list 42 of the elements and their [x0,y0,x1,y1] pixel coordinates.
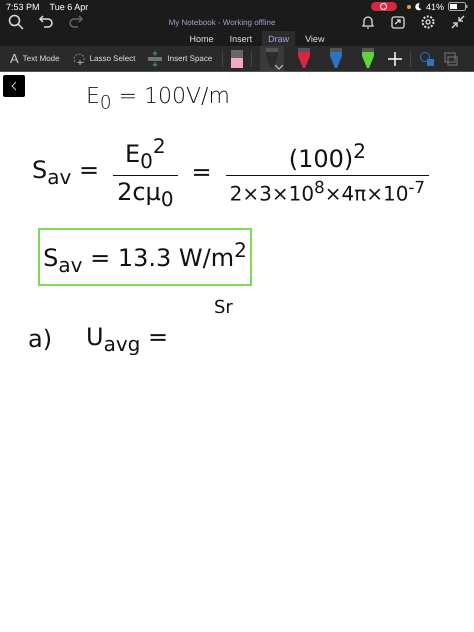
battery-icon [448,2,468,11]
handwritten-equation: U$_{avg}$ = [86,323,168,356]
equals-sign: = [192,158,212,186]
tool-button[interactable]: Lasso Select [70,52,138,66]
ribbon-tab[interactable]: Insert [224,31,258,46]
battery-percent: 41% [426,2,444,12]
fraction-denominator: 2cμ$_{0}$ [113,174,178,211]
bell-icon[interactable] [360,14,376,30]
handwritten-result: S$_{av}$ = 13.3 W/m$^{2}$ [43,238,247,276]
share-icon[interactable] [390,14,406,30]
eraser-icon[interactable] [231,50,244,68]
handwritten-equation: E$_{0}$ = 100V/m [86,84,230,114]
chevron-left-icon [11,81,17,91]
settings-icon[interactable] [420,14,436,30]
redo-icon[interactable] [68,14,84,30]
caret-icon[interactable] [275,65,284,70]
handwritten-text: Sr [214,297,233,318]
search-icon[interactable] [8,14,24,30]
pen-icon [264,48,280,70]
ink-to-shape-icon[interactable] [443,50,460,66]
undo-icon[interactable] [38,14,54,30]
window-title: My Notebook - Working offline [168,18,276,26]
tool-button[interactable]: A Text Mode [8,51,62,66]
insert-space-icon [147,50,164,66]
tool-button[interactable]: Insert Space [145,50,214,66]
ribbon-tab[interactable]: Home [184,31,220,46]
status-time: 7:53 PM [6,2,40,12]
shapes-icon[interactable] [419,50,436,66]
status-date: Tue 6 Apr [50,2,88,12]
ribbon-tab[interactable]: Draw [262,31,296,46]
mic-dot-icon [406,4,411,8]
collapse-icon[interactable] [450,14,466,30]
lasso-icon [72,52,86,66]
moon-icon [414,2,422,10]
fraction-denominator: 2×3×10$^{8}$×4π×10$^{-7}$ [226,174,430,206]
text-mode-icon: A [10,51,19,66]
add-pen-icon[interactable] [388,52,402,66]
handwritten-equation: S$_{av}$ = [32,156,100,189]
ribbon-tab[interactable]: View [299,31,330,46]
fraction-numerator: (100)$^{2}$ [288,138,367,175]
part-label: a) [28,325,52,353]
back-button[interactable] [3,75,25,97]
